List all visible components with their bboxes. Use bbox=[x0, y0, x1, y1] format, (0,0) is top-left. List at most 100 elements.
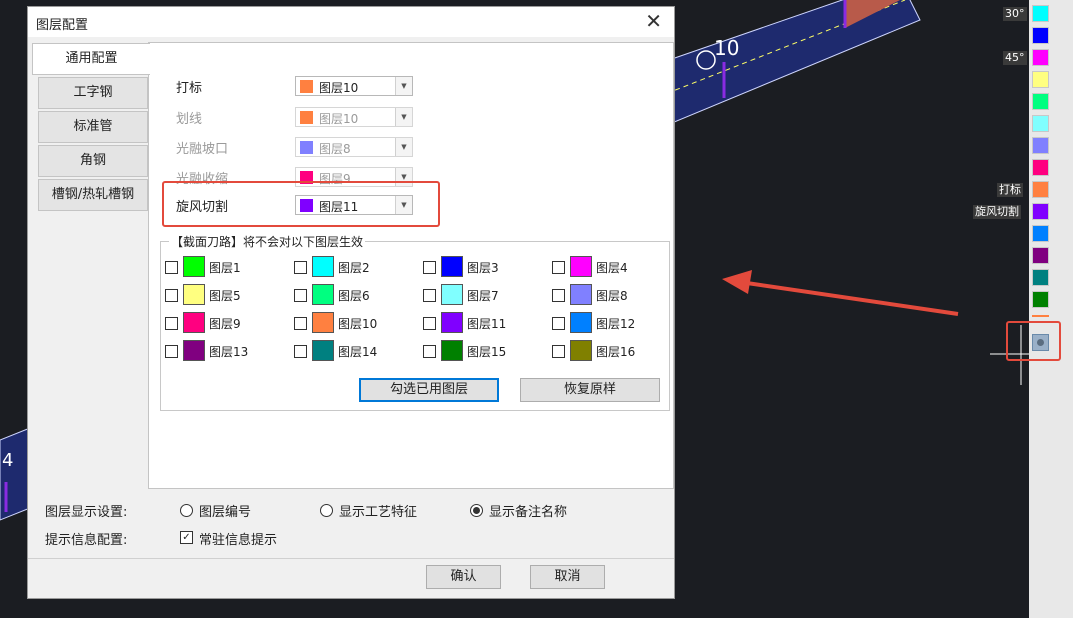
layer-color-swatch bbox=[183, 256, 205, 277]
layer-exclusion-item[interactable]: 图层13 bbox=[165, 340, 275, 362]
layer-color-swatch bbox=[570, 256, 592, 277]
layer-color-swatch bbox=[312, 312, 334, 333]
layer-checkbox[interactable] bbox=[165, 289, 178, 302]
layer-exclusion-item[interactable]: 图层15 bbox=[423, 340, 533, 362]
palette-highlight-box bbox=[1006, 321, 1061, 361]
layer-checkbox[interactable] bbox=[423, 289, 436, 302]
layer-checkbox[interactable] bbox=[423, 261, 436, 274]
palette-swatch[interactable] bbox=[1032, 27, 1049, 44]
layer-exclusion-item[interactable]: 图层8 bbox=[552, 284, 662, 306]
palette-swatch[interactable] bbox=[1032, 137, 1049, 154]
layer-checkbox[interactable] bbox=[165, 317, 178, 330]
layer-name: 图层8 bbox=[596, 289, 628, 303]
layer-checkbox[interactable] bbox=[165, 261, 178, 274]
layer-select: 图层10 ▼ bbox=[295, 107, 413, 127]
layer-checkbox[interactable] bbox=[294, 317, 307, 330]
layer-exclusion-item[interactable]: 图层11 bbox=[423, 312, 533, 334]
layer-exclusion-item[interactable]: 图层1 bbox=[165, 256, 275, 278]
layer-exclusion-item[interactable]: 图层3 bbox=[423, 256, 533, 278]
palette-swatch[interactable] bbox=[1032, 225, 1049, 242]
layer-name: 图层12 bbox=[596, 317, 636, 331]
palette-swatch[interactable] bbox=[1032, 71, 1049, 88]
palette-swatch[interactable] bbox=[1032, 247, 1049, 264]
palette-label-mark: 打标 bbox=[997, 183, 1023, 197]
steel-beam-upper bbox=[639, 0, 921, 131]
layer-exclusion-item[interactable]: 图层16 bbox=[552, 340, 662, 362]
close-icon[interactable]: ✕ bbox=[645, 9, 662, 33]
layer-name: 图层13 bbox=[209, 345, 249, 359]
tab-i-beam[interactable]: 工字钢 bbox=[38, 77, 148, 109]
cancel-button[interactable]: 取消 bbox=[530, 565, 605, 589]
palette-swatch[interactable] bbox=[1032, 5, 1049, 22]
layer-exclusion-item[interactable]: 图层14 bbox=[294, 340, 404, 362]
layer-checkbox[interactable] bbox=[552, 317, 565, 330]
layer-checkbox[interactable] bbox=[423, 317, 436, 330]
palette-swatch[interactable] bbox=[1032, 49, 1049, 66]
process-row-label: 光融坡口 bbox=[176, 142, 229, 157]
palette-swatch[interactable] bbox=[1032, 291, 1049, 308]
display-option-label: 显示工艺特征 bbox=[339, 505, 418, 520]
chevron-down-icon: ▼ bbox=[395, 77, 412, 95]
display-option-radio[interactable] bbox=[180, 504, 193, 517]
palette-swatch[interactable] bbox=[1032, 181, 1049, 198]
display-option-radio[interactable] bbox=[470, 504, 483, 517]
layer-checkbox[interactable] bbox=[552, 345, 565, 358]
layer-color-swatch bbox=[300, 80, 313, 93]
layer-name: 图层6 bbox=[338, 289, 370, 303]
palette-swatch[interactable] bbox=[1032, 93, 1049, 110]
palette-label-cut: 旋风切割 bbox=[973, 205, 1021, 219]
layer-checkbox[interactable] bbox=[552, 261, 565, 274]
layer-name: 图层5 bbox=[209, 289, 241, 303]
angle-45-label[interactable]: 45° bbox=[1003, 51, 1027, 65]
layer-name: 图层4 bbox=[596, 261, 628, 275]
layer-config-dialog: 图层配置 ✕ 通用配置 工字钢 标准管 角钢 槽钢/热轧槽钢 打标 图层10 ▼ 划线… bbox=[27, 6, 675, 599]
layer-name: 图层2 bbox=[338, 261, 370, 275]
layer-color-swatch bbox=[570, 284, 592, 305]
layer-name: 图层10 bbox=[338, 317, 378, 331]
layer-checkbox[interactable] bbox=[552, 289, 565, 302]
layer-exclusion-item[interactable]: 图层7 bbox=[423, 284, 533, 306]
layer-name: 图层14 bbox=[338, 345, 378, 359]
display-option-radio[interactable] bbox=[320, 504, 333, 517]
cad-label-4: 4 bbox=[2, 450, 14, 471]
ok-button[interactable]: 确认 bbox=[426, 565, 501, 589]
tab-general[interactable]: 通用配置 bbox=[32, 43, 150, 75]
tab-angle-steel[interactable]: 角钢 bbox=[38, 145, 148, 177]
layer-exclusion-item[interactable]: 图层4 bbox=[552, 256, 662, 278]
dialog-title: 图层配置 bbox=[36, 18, 89, 33]
angle-30-label[interactable]: 30° bbox=[1003, 7, 1027, 21]
layer-select[interactable]: 图层10 ▼ bbox=[295, 76, 413, 96]
palette-swatch[interactable] bbox=[1032, 269, 1049, 286]
restore-button[interactable]: 恢复原样 bbox=[520, 378, 660, 402]
palette-swatch[interactable] bbox=[1032, 159, 1049, 176]
display-option-label: 图层编号 bbox=[199, 505, 252, 520]
layer-color-swatch bbox=[183, 284, 205, 305]
layer-checkbox[interactable] bbox=[165, 345, 178, 358]
layer-checkbox[interactable] bbox=[294, 261, 307, 274]
palette-swatch[interactable] bbox=[1032, 115, 1049, 132]
chevron-down-icon: ▼ bbox=[395, 108, 412, 126]
footer-divider bbox=[28, 558, 674, 559]
group-title: 【截面刀路】将不会对以下图层生效 bbox=[169, 233, 366, 250]
layer-color-swatch bbox=[570, 312, 592, 333]
select-used-layers-button[interactable]: 勾选已用图层 bbox=[359, 378, 499, 402]
layer-exclusion-item[interactable]: 图层12 bbox=[552, 312, 662, 334]
tip-checkbox[interactable]: ✓ bbox=[180, 531, 193, 544]
tip-option-label: 常驻信息提示 bbox=[199, 533, 278, 548]
layer-exclusion-item[interactable]: 图层9 bbox=[165, 312, 275, 334]
layer-color-swatch bbox=[300, 111, 313, 124]
tab-channel-steel[interactable]: 槽钢/热轧槽钢 bbox=[38, 179, 148, 211]
dialog-titlebar: 图层配置 ✕ bbox=[28, 7, 674, 37]
layer-checkbox[interactable] bbox=[423, 345, 436, 358]
layer-color-swatch bbox=[441, 284, 463, 305]
red-arrow-icon bbox=[722, 270, 752, 294]
tab-standard-pipe[interactable]: 标准管 bbox=[38, 111, 148, 143]
layer-exclusion-item[interactable]: 图层5 bbox=[165, 284, 275, 306]
layer-checkbox[interactable] bbox=[294, 289, 307, 302]
palette-swatch[interactable] bbox=[1032, 203, 1049, 220]
layer-checkbox[interactable] bbox=[294, 345, 307, 358]
layer-exclusion-item[interactable]: 图层6 bbox=[294, 284, 404, 306]
layer-exclusion-item[interactable]: 图层10 bbox=[294, 312, 404, 334]
layer-exclusion-item[interactable]: 图层2 bbox=[294, 256, 404, 278]
layer-name: 图层1 bbox=[209, 261, 241, 275]
